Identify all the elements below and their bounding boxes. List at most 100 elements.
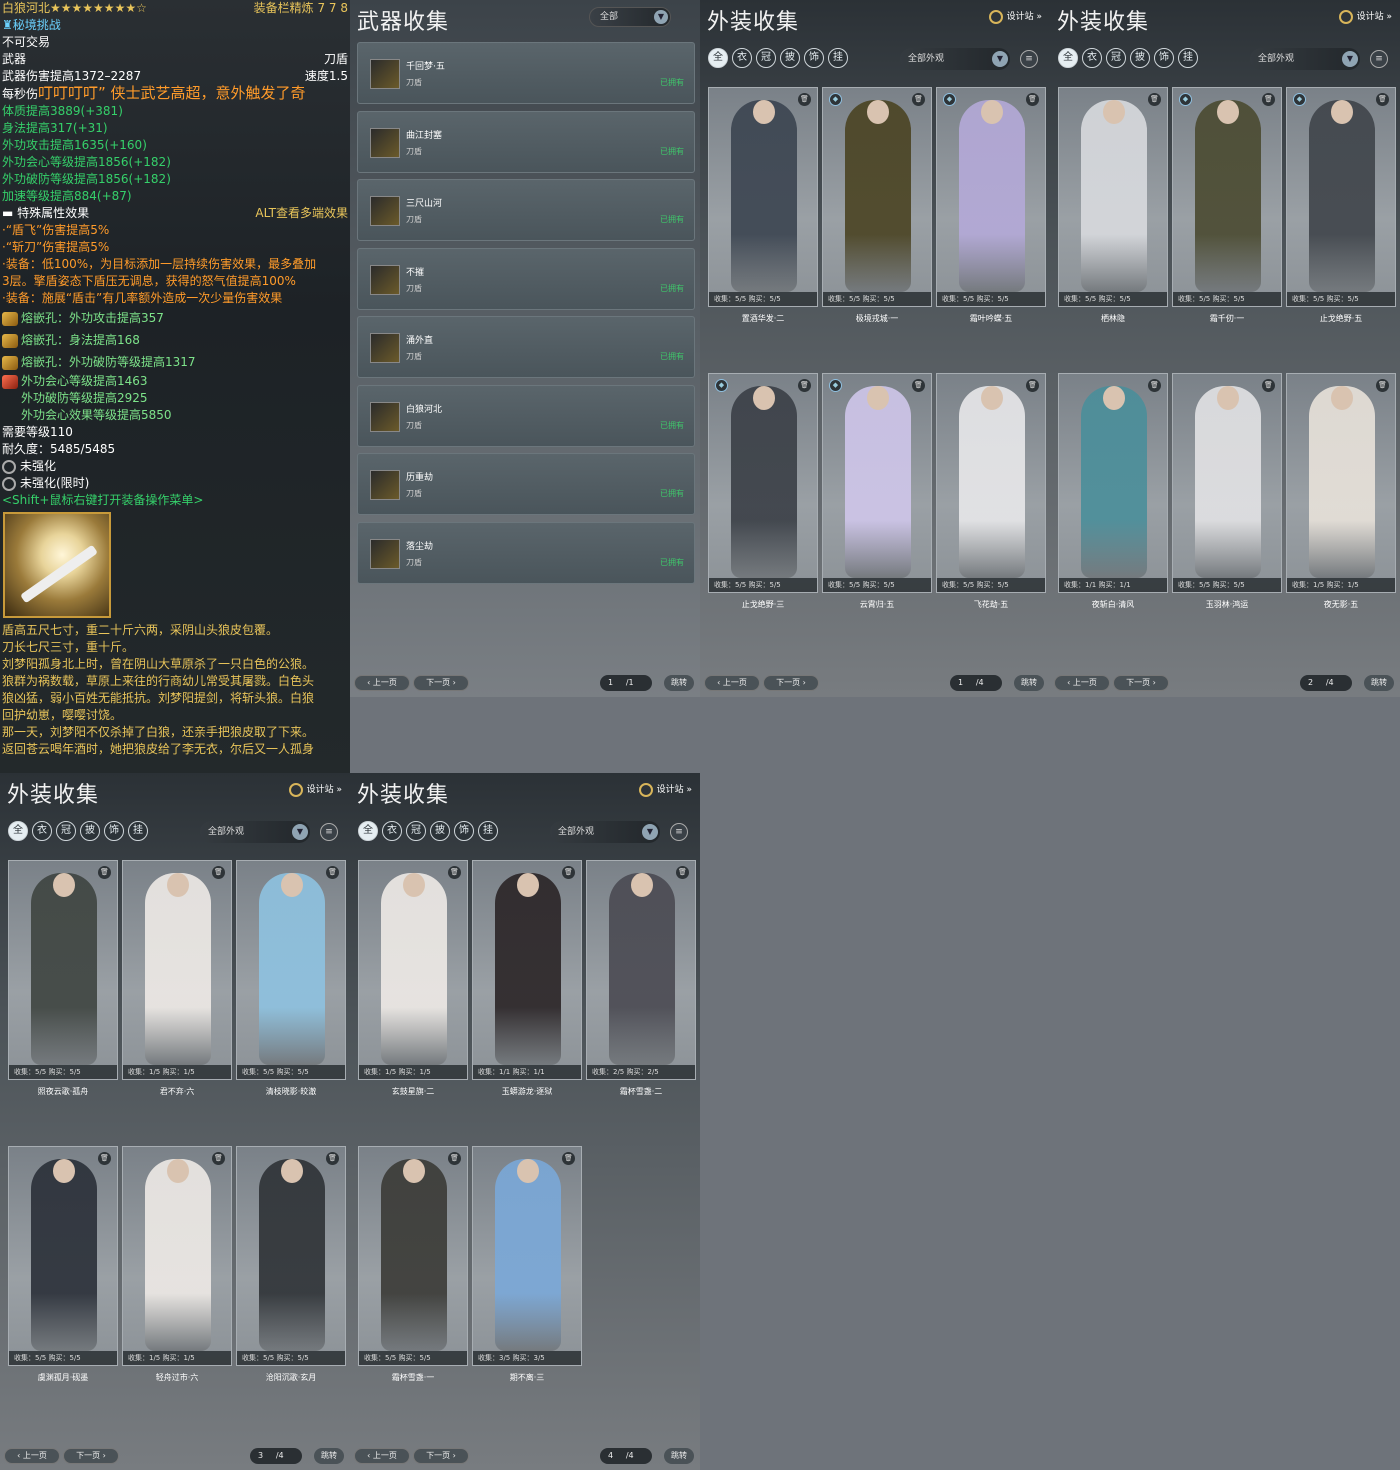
category-4-icon[interactable]: 饰 — [1154, 48, 1174, 68]
trash-icon[interactable]: 🗑 — [212, 866, 225, 879]
trash-icon[interactable]: 🗑 — [912, 379, 925, 392]
outfit-card[interactable]: ◆ 🗑 收集：5/5 购买：5/5 — [1286, 87, 1396, 307]
outfit-card[interactable]: 🗑 收集：1/5 购买：1/5 — [122, 860, 232, 1080]
weapon-row[interactable]: 曲江封塞 刀盾 已拥有 — [357, 110, 695, 173]
jump-button[interactable]: 跳转 — [1014, 675, 1044, 691]
shift-hint[interactable]: <Shift+鼠标右键打开装备操作菜单> — [2, 492, 348, 509]
list-menu-icon[interactable]: ≡ — [1020, 50, 1038, 68]
trash-icon[interactable]: 🗑 — [98, 1152, 111, 1165]
outfit-card[interactable]: 🗑 收集：2/5 购买：2/5 — [586, 860, 696, 1080]
category-5-icon[interactable]: 挂 — [478, 821, 498, 841]
weapon-row[interactable]: 白狼河北 刀盾 已拥有 — [357, 384, 695, 447]
category-2-icon[interactable]: 冠 — [56, 821, 76, 841]
outfit-filter-dropdown[interactable]: 全部外观 ▼ — [1250, 48, 1360, 70]
trash-icon[interactable]: 🗑 — [1262, 93, 1275, 106]
outfit-card[interactable]: 🗑 收集：3/5 购买：3/5 — [472, 1146, 582, 1366]
list-menu-icon[interactable]: ≡ — [320, 823, 338, 841]
trash-icon[interactable]: 🗑 — [326, 866, 339, 879]
weapon-row[interactable]: 涌外直 刀盾 已拥有 — [357, 316, 695, 378]
outfit-card[interactable]: 🗑 收集：5/5 购买：5/5 — [236, 860, 346, 1080]
outfit-card[interactable]: ◆ 🗑 收集：5/5 购买：5/5 — [936, 87, 1046, 307]
trash-icon[interactable]: 🗑 — [98, 866, 111, 879]
category-0-icon[interactable]: 全 — [358, 821, 378, 841]
page-indicator[interactable]: 1 /4 — [950, 675, 1002, 691]
outfit-card[interactable]: 🗑 收集：1/1 购买：1/1 — [1058, 373, 1168, 593]
jump-button[interactable]: 跳转 — [664, 1448, 694, 1464]
trash-icon[interactable]: 🗑 — [798, 93, 811, 106]
trash-icon[interactable]: 🗑 — [326, 1152, 339, 1165]
trash-icon[interactable]: 🗑 — [1376, 379, 1389, 392]
next-page-button[interactable]: 下一页 › — [763, 675, 819, 691]
page-indicator[interactable]: 1 /1 — [600, 675, 652, 691]
outfit-card[interactable]: ◆ 🗑 收集：5/5 购买：5/5 — [822, 87, 932, 307]
page-indicator[interactable]: 2 /4 — [1300, 675, 1352, 691]
category-2-icon[interactable]: 冠 — [1106, 48, 1126, 68]
category-2-icon[interactable]: 冠 — [406, 821, 426, 841]
outfit-card[interactable]: 🗑 收集：1/1 购买：1/1 — [472, 860, 582, 1080]
category-1-icon[interactable]: 衣 — [32, 821, 52, 841]
outfit-card[interactable]: 🗑 收集：5/5 购买：5/5 — [236, 1146, 346, 1366]
category-5-icon[interactable]: 挂 — [828, 48, 848, 68]
outfit-card[interactable]: 🗑 收集：5/5 购买：5/5 — [1172, 373, 1282, 593]
trash-icon[interactable]: 🗑 — [676, 866, 689, 879]
outfit-filter-dropdown[interactable]: 全部外观 ▼ — [550, 821, 660, 843]
category-1-icon[interactable]: 衣 — [732, 48, 752, 68]
list-menu-icon[interactable]: ≡ — [1370, 50, 1388, 68]
outfit-card[interactable]: ◆ 🗑 收集：5/5 购买：5/5 — [1172, 87, 1282, 307]
outfit-card[interactable]: 🗑 收集：1/5 购买：1/5 — [122, 1146, 232, 1366]
category-3-icon[interactable]: 披 — [1130, 48, 1150, 68]
trash-icon[interactable]: 🗑 — [212, 1152, 225, 1165]
outfit-card[interactable]: 🗑 收集：1/5 购买：1/5 — [358, 860, 468, 1080]
page-indicator[interactable]: 4 /4 — [600, 1448, 652, 1464]
category-2-icon[interactable]: 冠 — [756, 48, 776, 68]
prev-page-button[interactable]: ‹ 上一页 — [354, 675, 410, 691]
trash-icon[interactable]: 🗑 — [912, 93, 925, 106]
category-3-icon[interactable]: 披 — [80, 821, 100, 841]
weapon-filter-dropdown[interactable]: 全部 ▼ — [589, 7, 671, 27]
prev-page-button[interactable]: ‹ 上一页 — [1054, 675, 1110, 691]
trash-icon[interactable]: 🗑 — [1026, 93, 1039, 106]
outfit-card[interactable]: ◆ 🗑 收集：5/5 购买：5/5 — [822, 373, 932, 593]
prev-page-button[interactable]: ‹ 上一页 — [354, 1448, 410, 1464]
category-1-icon[interactable]: 衣 — [1082, 48, 1102, 68]
design-station-link[interactable]: 设计站 » — [288, 782, 342, 797]
trash-icon[interactable]: 🗑 — [1262, 379, 1275, 392]
outfit-card[interactable]: ◆ 🗑 收集：5/5 购买：5/5 — [708, 373, 818, 593]
outfit-card[interactable]: 🗑 收集：5/5 购买：5/5 — [358, 1146, 468, 1366]
trash-icon[interactable]: 🗑 — [448, 1152, 461, 1165]
category-0-icon[interactable]: 全 — [708, 48, 728, 68]
weapon-row[interactable]: 历重劫 刀盾 已拥有 — [357, 453, 695, 515]
trash-icon[interactable]: 🗑 — [1148, 93, 1161, 106]
trash-icon[interactable]: 🗑 — [1376, 93, 1389, 106]
weapon-row[interactable]: 三尺山河 刀盾 已拥有 — [357, 179, 695, 241]
jump-button[interactable]: 跳转 — [664, 675, 694, 691]
outfit-card[interactable]: 🗑 收集：1/5 购买：1/5 — [1286, 373, 1396, 593]
trash-icon[interactable]: 🗑 — [1026, 379, 1039, 392]
next-page-button[interactable]: 下一页 › — [413, 675, 469, 691]
category-4-icon[interactable]: 饰 — [804, 48, 824, 68]
design-station-link[interactable]: 设计站 » — [988, 9, 1042, 24]
list-menu-icon[interactable]: ≡ — [670, 823, 688, 841]
jump-button[interactable]: 跳转 — [314, 1448, 344, 1464]
category-0-icon[interactable]: 全 — [1058, 48, 1078, 68]
trash-icon[interactable]: 🗑 — [448, 866, 461, 879]
category-3-icon[interactable]: 披 — [430, 821, 450, 841]
next-page-button[interactable]: 下一页 › — [63, 1448, 119, 1464]
prev-page-button[interactable]: ‹ 上一页 — [704, 675, 760, 691]
outfit-card[interactable]: 🗑 收集：5/5 购买：5/5 — [1058, 87, 1168, 307]
outfit-card[interactable]: 🗑 收集：5/5 购买：5/5 — [8, 860, 118, 1080]
design-station-link[interactable]: 设计站 » — [1338, 9, 1392, 24]
trash-icon[interactable]: 🗑 — [562, 1152, 575, 1165]
category-5-icon[interactable]: 挂 — [128, 821, 148, 841]
weapon-row[interactable]: 千回梦·五 刀盾 已拥有 — [357, 42, 695, 104]
next-page-button[interactable]: 下一页 › — [1113, 675, 1169, 691]
trash-icon[interactable]: 🗑 — [1148, 379, 1161, 392]
category-0-icon[interactable]: 全 — [8, 821, 28, 841]
category-5-icon[interactable]: 挂 — [1178, 48, 1198, 68]
trash-icon[interactable]: 🗑 — [562, 866, 575, 879]
design-station-link[interactable]: 设计站 » — [638, 782, 692, 797]
outfit-filter-dropdown[interactable]: 全部外观 ▼ — [200, 821, 310, 843]
next-page-button[interactable]: 下一页 › — [413, 1448, 469, 1464]
category-4-icon[interactable]: 饰 — [104, 821, 124, 841]
prev-page-button[interactable]: ‹ 上一页 — [4, 1448, 60, 1464]
